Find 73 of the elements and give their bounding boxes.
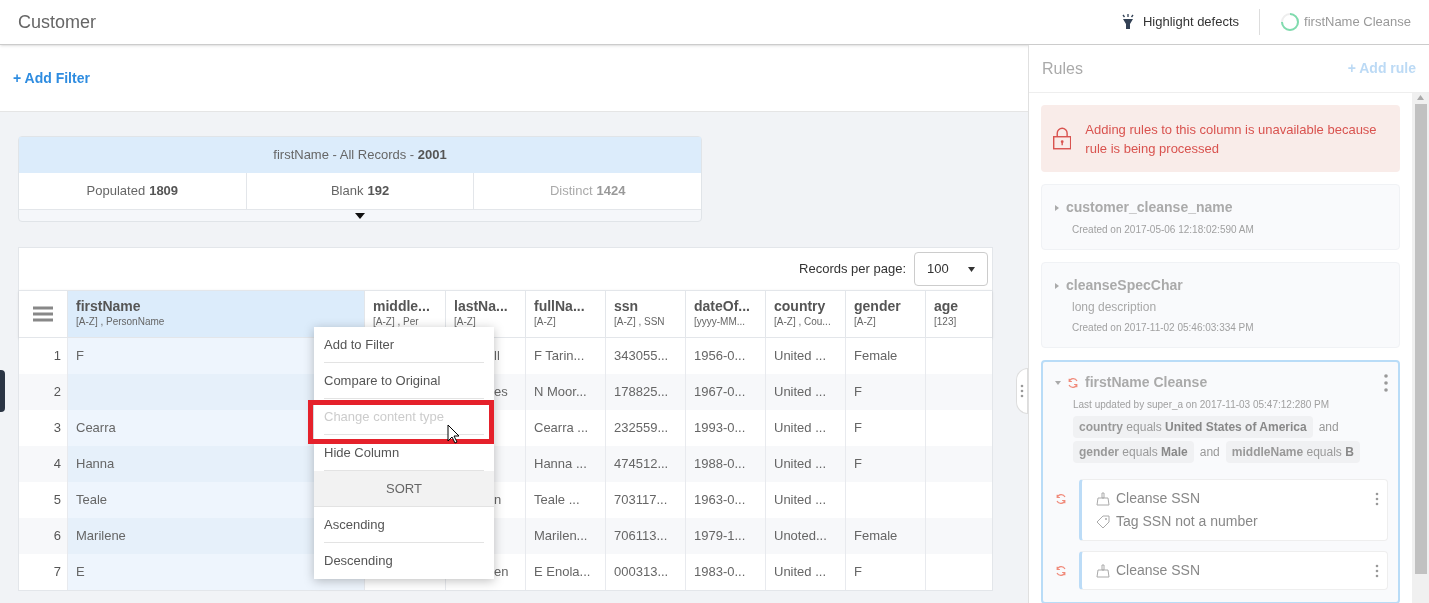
step-action: Cleanse SSN	[1116, 489, 1201, 508]
expand-caret-icon[interactable]	[1054, 282, 1060, 289]
rule-card[interactable]	[1041, 360, 1400, 603]
menu-item[interactable]: Ascending	[324, 507, 484, 543]
expand-arrow-icon[interactable]	[355, 212, 365, 219]
column-header[interactable]: fullNa... [A-Z]	[525, 291, 605, 337]
column-header[interactable]: age [123]	[925, 291, 992, 337]
rule-name: customer_cleanse_name	[1066, 198, 1233, 217]
row-number: 5	[52, 491, 62, 510]
column-header[interactable]: ssn [A-Z] , SSN	[605, 291, 685, 337]
panel-toggle-handle[interactable]	[1016, 368, 1028, 414]
rule-meta: Created on 2017-11-02 05:46:03:334 PM	[1071, 321, 1255, 335]
menu-item[interactable]: Add to Filter	[324, 327, 484, 363]
menu-item[interactable]: Compare to Original	[324, 363, 484, 399]
table-cell: 1983-0...	[685, 554, 765, 590]
scrollbar[interactable]	[1412, 93, 1429, 603]
broom-icon	[1096, 563, 1110, 578]
add-filter-button[interactable]: + Add Filter	[13, 67, 90, 89]
row-number: 6	[52, 527, 62, 546]
column-header[interactable]: firstName [A-Z] , PersonName	[67, 291, 364, 337]
menu-section-header: SORT	[314, 471, 494, 507]
condition-joiner: and	[1198, 444, 1221, 461]
lamp-icon	[1120, 14, 1135, 30]
row-number: 7	[52, 563, 62, 582]
more-icon[interactable]	[1375, 491, 1379, 506]
more-icon[interactable]	[1384, 373, 1388, 392]
table-cell: F	[845, 554, 925, 590]
loading-spinner-icon	[1280, 12, 1301, 32]
tag-icon	[1096, 514, 1110, 529]
alert-message: Adding rules to this column is unavailable because rule is being processed	[1085, 120, 1378, 158]
cursor-icon	[447, 424, 460, 444]
row-number: 3	[52, 419, 62, 438]
scroll-up-icon[interactable]	[1417, 95, 1424, 100]
rule-name: cleanseSpecChar	[1066, 276, 1183, 295]
expand-caret-icon[interactable]	[1054, 204, 1060, 211]
rule-meta: Created on 2017-05-06 12:18:02:590 AM	[1071, 223, 1255, 237]
column-header[interactable]: gender [A-Z]	[845, 291, 925, 337]
side-handle[interactable]	[0, 370, 5, 412]
step-tag: Tag SSN not a number	[1116, 511, 1258, 532]
page-title: Customer	[18, 10, 97, 34]
stat-value: Blank 192	[245, 173, 474, 209]
stat-value: Populated 1809	[85, 182, 180, 201]
stats-title: firstName - All Records - 2001	[19, 137, 701, 173]
rule-name: firstName Cleanse	[1085, 373, 1208, 392]
column-header[interactable]: country [A-Z] , Cou...	[765, 291, 845, 337]
column-header[interactable]: dateOf... [yyyy-MM...	[685, 291, 765, 337]
table-cell: United ...	[765, 554, 845, 590]
more-icon[interactable]	[1375, 563, 1379, 578]
condition-joiner: and	[1317, 419, 1340, 436]
caret-icon	[968, 266, 975, 272]
more-icon[interactable]	[1020, 384, 1024, 398]
stat-value: Distinct 1424	[473, 173, 701, 209]
broom-icon	[1096, 491, 1110, 506]
rule-step[interactable]: Cleanse SSN	[1079, 551, 1388, 590]
condition-chip: country equals United States of America	[1073, 416, 1313, 438]
rule-description: long description	[1071, 299, 1158, 316]
condition-chip: middleName equals B	[1225, 441, 1360, 463]
rule-meta: Last updated by super_a on 2017-11-03 05:47:12:280 PM	[1072, 398, 1331, 412]
row-number: 4	[52, 455, 62, 474]
panel-title: Rules	[1042, 58, 1083, 79]
step-action: Cleanse SSN	[1116, 561, 1201, 580]
collapse-caret-icon[interactable]	[1055, 379, 1061, 386]
menu-icon[interactable]	[33, 306, 53, 322]
rule-step[interactable]: Cleanse SSN Tag SSN not a number	[1079, 479, 1388, 541]
processing-label: firstName Cleanse	[1304, 13, 1411, 32]
row-number: 2	[52, 383, 62, 402]
records-per-page-label: Records per page:	[799, 260, 906, 279]
table-cell: 000313...	[605, 554, 685, 590]
highlight-defects-button[interactable]: Highlight defects	[1120, 12, 1252, 32]
row-number: 1	[52, 347, 62, 366]
records-per-page-select[interactable]: 100	[914, 252, 988, 286]
table-cell: E Enola...	[525, 554, 605, 590]
condition-chip: gender equals Male	[1073, 441, 1194, 463]
